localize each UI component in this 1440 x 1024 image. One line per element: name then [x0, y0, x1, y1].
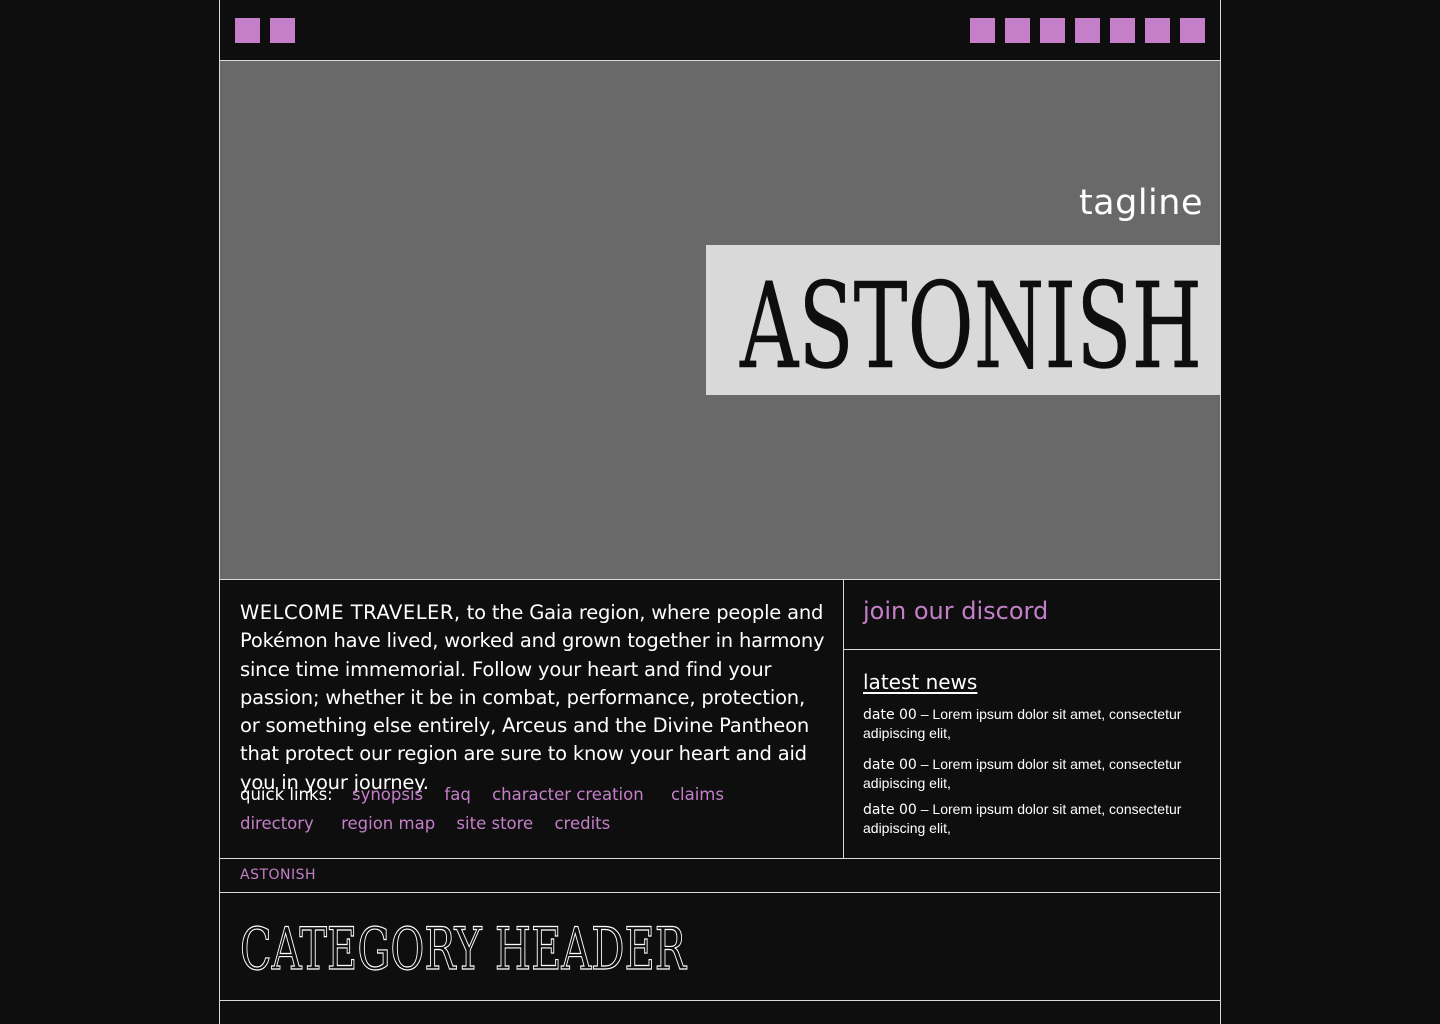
- hero-title: ASTONISH: [739, 257, 1202, 395]
- welcome-body: to the Gaia region, where people and Pok…: [240, 601, 825, 794]
- hero-title-graphic: ASTONISH: [739, 257, 1202, 395]
- link-faq[interactable]: faq: [444, 785, 470, 804]
- news-separator: –: [916, 801, 933, 817]
- category-section: CATEGORY HEADER: [220, 893, 1220, 1001]
- hero-tagline: tagline: [1078, 183, 1203, 223]
- quick-links: quick links: synopsis faq character crea…: [240, 780, 830, 838]
- news-date: date 00: [863, 707, 917, 723]
- news-separator: –: [916, 706, 933, 722]
- welcome-section: WELCOME TRAVELER, to the Gaia region, wh…: [220, 580, 844, 859]
- nav-button-right-1[interactable]: [970, 18, 995, 43]
- nav-button-right-2[interactable]: [1005, 18, 1030, 43]
- nav-button-left-1[interactable]: [235, 18, 260, 43]
- link-synopsis[interactable]: synopsis: [352, 785, 423, 804]
- nav-button-right-3[interactable]: [1040, 18, 1065, 43]
- news-item: date 00 – Lorem ipsum dolor sit amet, co…: [863, 755, 1203, 792]
- welcome-paragraph: WELCOME TRAVELER, to the Gaia region, wh…: [240, 599, 830, 797]
- page-frame: tagline ASTONISH WELCOME TRAVELER, to th…: [219, 0, 1221, 1024]
- site-label-bar: ASTONISH: [220, 859, 1220, 893]
- news-date: date 00: [863, 757, 917, 773]
- news-panel: latest news date 00 – Lorem ipsum dolor …: [844, 650, 1220, 859]
- link-region-map[interactable]: region map: [341, 814, 435, 833]
- link-directory[interactable]: directory: [240, 814, 314, 833]
- news-separator: –: [916, 756, 933, 772]
- nav-button-right-6[interactable]: [1145, 18, 1170, 43]
- site-label[interactable]: ASTONISH: [240, 867, 316, 883]
- discord-link[interactable]: join our discord: [863, 597, 1048, 625]
- news-date: date 00: [863, 802, 917, 818]
- link-claims[interactable]: claims: [671, 785, 724, 804]
- nav-button-right-7[interactable]: [1180, 18, 1205, 43]
- news-title: latest news: [863, 670, 978, 694]
- quick-links-label: quick links:: [240, 785, 333, 804]
- nav-button-right-5[interactable]: [1110, 18, 1135, 43]
- welcome-lead: WELCOME TRAVELER,: [240, 601, 461, 624]
- hero-banner: tagline ASTONISH: [220, 61, 1220, 580]
- top-nav-bar: [220, 0, 1220, 61]
- link-site-store[interactable]: site store: [456, 814, 533, 833]
- link-character-creation[interactable]: character creation: [492, 785, 644, 804]
- news-item: date 00 – Lorem ipsum dolor sit amet, co…: [863, 800, 1203, 837]
- hero-title-box: ASTONISH: [706, 245, 1220, 395]
- nav-button-right-4[interactable]: [1075, 18, 1100, 43]
- category-header-graphic: CATEGORY HEADER: [239, 914, 688, 983]
- discord-panel: join our discord: [844, 580, 1220, 650]
- link-credits[interactable]: credits: [554, 814, 610, 833]
- nav-button-left-2[interactable]: [270, 18, 295, 43]
- news-item: date 00 – Lorem ipsum dolor sit amet, co…: [863, 705, 1203, 742]
- category-header: CATEGORY HEADER: [240, 915, 688, 983]
